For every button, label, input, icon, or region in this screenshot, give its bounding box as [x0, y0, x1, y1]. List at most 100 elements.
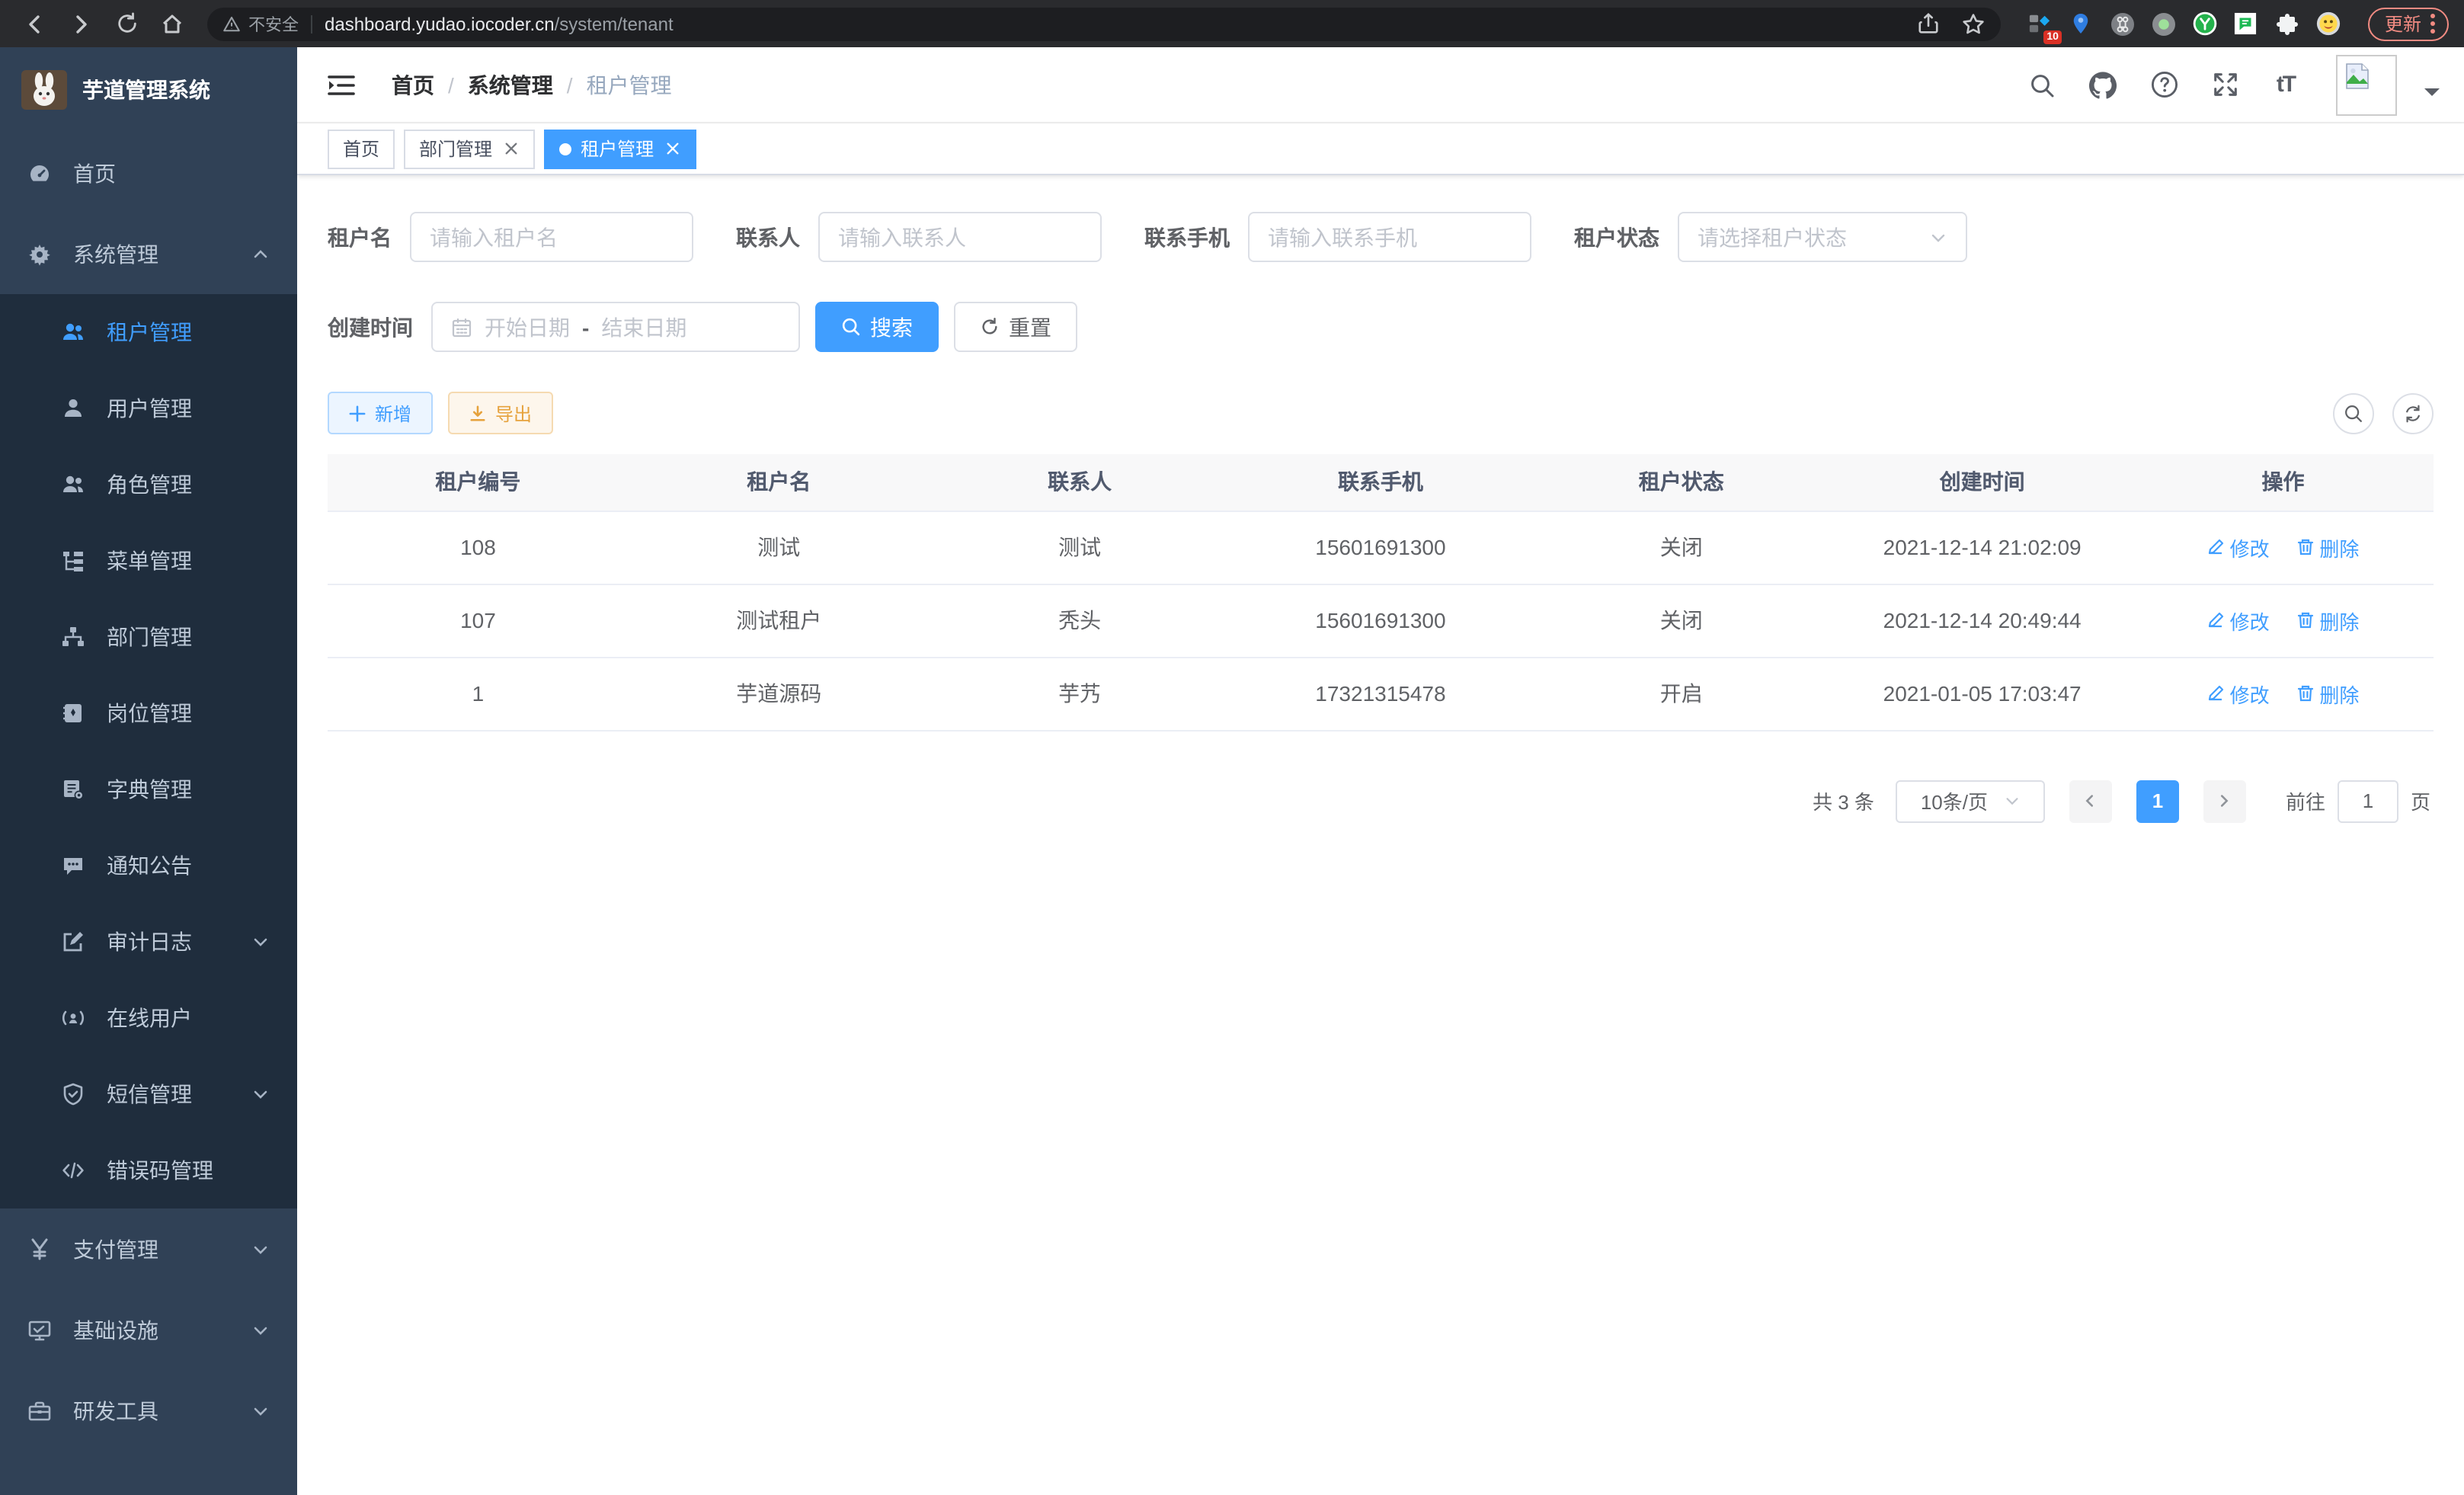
extensions-puzzle-icon[interactable]: [2275, 11, 2299, 36]
sidebar-item-label: 短信管理: [107, 1079, 192, 1109]
breadcrumb-item-system[interactable]: 系统管理: [468, 69, 553, 100]
browser-back-icon[interactable]: [15, 4, 55, 43]
sidebar-item-pay[interactable]: 支付管理: [0, 1208, 297, 1289]
sidebar-item-devtools[interactable]: 研发工具: [0, 1370, 297, 1451]
table-row: 108 测试 测试 15601691300 关闭 2021-12-14 21:0…: [328, 511, 2434, 584]
help-icon[interactable]: [2147, 68, 2181, 101]
sidebar-item-label: 角色管理: [107, 469, 192, 500]
table-row: 107 测试租户 秃头 15601691300 关闭 2021-12-14 20…: [328, 584, 2434, 657]
app-logo[interactable]: 芋道管理系统: [0, 47, 297, 133]
edit-link[interactable]: 修改: [2207, 679, 2270, 708]
sidebar-item-user[interactable]: 用户管理: [0, 370, 297, 447]
browser-reload-icon[interactable]: [107, 4, 146, 43]
sidebar-item-infra[interactable]: 基础设施: [0, 1289, 297, 1370]
tab-dept[interactable]: 部门管理: [404, 129, 535, 168]
delete-link[interactable]: 删除: [2296, 679, 2359, 708]
add-button[interactable]: 新增: [328, 392, 433, 434]
sidebar-fold-icon[interactable]: [328, 72, 355, 97]
tab-tenant[interactable]: 租户管理: [544, 129, 696, 168]
sidebar-item-system[interactable]: 系统管理: [0, 213, 297, 294]
map-pin-extension-icon[interactable]: [2069, 11, 2094, 36]
gear-icon: [27, 242, 52, 266]
sidebar-item-error-code[interactable]: 错误码管理: [0, 1132, 297, 1208]
date-separator: -: [582, 315, 589, 339]
security-label: 不安全: [248, 11, 299, 36]
sidebar-item-online-users[interactable]: 在线用户: [0, 980, 297, 1056]
sidebar-item-menu[interactable]: 菜单管理: [0, 523, 297, 599]
edit-log-icon: [61, 930, 85, 954]
close-icon[interactable]: [501, 139, 520, 158]
emoji-avatar-icon[interactable]: [2316, 11, 2341, 36]
tab-label: 租户管理: [581, 136, 654, 162]
browser-home-icon[interactable]: [152, 4, 192, 43]
date-range-picker[interactable]: 开始日期 - 结束日期: [431, 302, 800, 352]
user-avatar[interactable]: [2336, 54, 2397, 115]
recorder-extension-icon[interactable]: [2152, 11, 2176, 36]
sidebar-item-notice[interactable]: 通知公告: [0, 828, 297, 904]
fullscreen-icon[interactable]: [2208, 68, 2242, 101]
browser-toolbar: 不安全 dashboard.yudao.iocoder.cn/system/te…: [0, 0, 2464, 47]
share-icon[interactable]: [1917, 12, 1940, 35]
start-date-placeholder: 开始日期: [485, 312, 570, 342]
status-select[interactable]: 请选择租户状态: [1678, 212, 1967, 262]
chevron-down-icon: [251, 1240, 270, 1258]
header-search-icon[interactable]: [2025, 68, 2059, 101]
page-size-value: 10条/页: [1921, 786, 1988, 815]
next-page-button[interactable]: [2203, 780, 2246, 822]
contact-input[interactable]: 请输入联系人: [818, 212, 1102, 262]
refresh-table-button[interactable]: [2392, 392, 2434, 434]
command-extension-icon[interactable]: [2110, 11, 2135, 36]
sidebar-item-post[interactable]: 岗位管理: [0, 675, 297, 751]
sidebar-item-label: 通知公告: [107, 850, 192, 881]
y-extension-icon[interactable]: [2193, 11, 2217, 36]
edit-link[interactable]: 修改: [2207, 533, 2270, 562]
bookmark-star-icon[interactable]: [1961, 11, 1986, 36]
delete-link[interactable]: 删除: [2296, 606, 2359, 635]
sidebar-item-dict[interactable]: 字典管理: [0, 751, 297, 828]
avatar-caret-icon[interactable]: [2424, 88, 2440, 103]
security-warning[interactable]: 不安全: [222, 11, 299, 36]
sidebar-item-label: 字典管理: [107, 774, 192, 805]
hide-search-button[interactable]: [2333, 392, 2374, 434]
export-button[interactable]: 导出: [448, 392, 553, 434]
github-icon[interactable]: [2086, 68, 2120, 101]
browser-update-button[interactable]: 更新: [2368, 7, 2449, 40]
browser-menu-icon[interactable]: [2430, 14, 2435, 34]
tenant-name-input[interactable]: 请输入租户名: [410, 212, 693, 262]
tab-home[interactable]: 首页: [328, 129, 395, 168]
page-number-1[interactable]: 1: [2136, 780, 2179, 822]
cell-tenant-id: 108: [328, 511, 629, 584]
edit-icon: [2207, 538, 2226, 556]
phone-input[interactable]: 请输入联系手机: [1248, 212, 1531, 262]
sidebar-item-audit-log[interactable]: 审计日志: [0, 904, 297, 980]
sidebar-item-sms[interactable]: 短信管理: [0, 1056, 297, 1132]
delete-link[interactable]: 删除: [2296, 533, 2359, 562]
page-size-select[interactable]: 10条/页: [1896, 780, 2045, 822]
cell-status: 开启: [1531, 657, 1832, 730]
chat-extension-icon[interactable]: [2234, 11, 2258, 36]
sidebar-item-label: 岗位管理: [107, 698, 192, 728]
pinned-extension-icon[interactable]: 10: [2028, 11, 2053, 36]
plus-icon: [349, 405, 366, 421]
omnibox-divider: [311, 14, 312, 33]
breadcrumb-item-home[interactable]: 首页: [392, 69, 434, 100]
sidebar-item-dept[interactable]: 部门管理: [0, 599, 297, 675]
address-bar[interactable]: 不安全 dashboard.yudao.iocoder.cn/system/te…: [207, 7, 2001, 40]
sidebar-item-role[interactable]: 角色管理: [0, 447, 297, 523]
cell-tenant-id: 107: [328, 584, 629, 657]
sidebar: 芋道管理系统 首页 系统管理: [0, 47, 297, 1495]
shield-check-icon: [61, 1082, 85, 1106]
reset-button[interactable]: 重置: [954, 302, 1077, 352]
sidebar-item-tenant[interactable]: 租户管理: [0, 294, 297, 370]
sidebar-item-label: 错误码管理: [107, 1155, 213, 1186]
font-size-icon[interactable]: tT: [2269, 68, 2302, 101]
browser-forward-icon[interactable]: [61, 4, 101, 43]
prev-page-button[interactable]: [2069, 780, 2112, 822]
sidebar-item-home[interactable]: 首页: [0, 133, 297, 213]
search-button[interactable]: 搜索: [815, 302, 939, 352]
edit-link[interactable]: 修改: [2207, 606, 2270, 635]
goto-page-input[interactable]: [2338, 780, 2398, 822]
search-icon: [841, 317, 861, 337]
cell-created: 2021-12-14 21:02:09: [1832, 511, 2133, 584]
close-icon[interactable]: [663, 139, 681, 158]
